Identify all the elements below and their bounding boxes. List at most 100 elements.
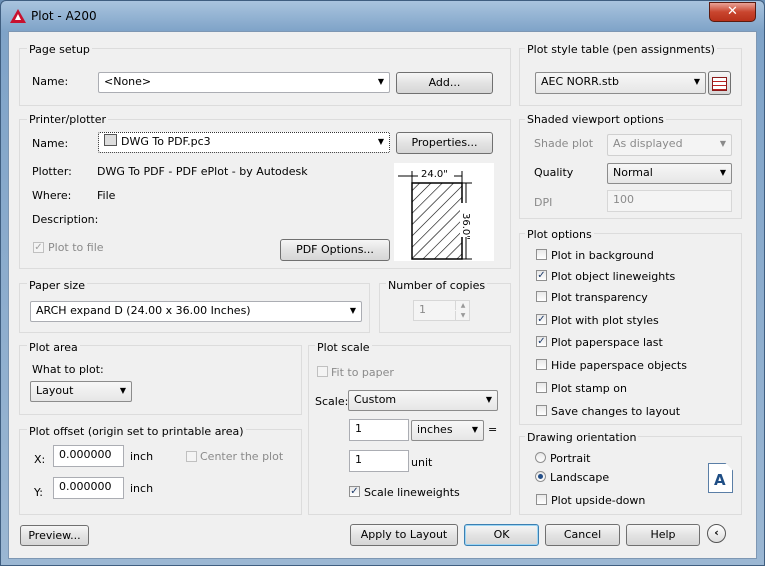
plot-stamp-on-checkbox[interactable] [536, 382, 547, 393]
paper-size-label: Paper size [27, 279, 87, 292]
chevron-down-icon: ▼ [377, 77, 385, 86]
scale-value: Custom [354, 393, 397, 406]
preview-height-label: 36.0" [460, 213, 471, 240]
scale-value2-input[interactable]: 1 [349, 450, 409, 472]
plot-offset-group [19, 429, 302, 515]
chevron-down-icon: ▼ [471, 425, 479, 434]
plotter-label: Plotter: [32, 165, 72, 178]
chevron-down-icon: ▼ [119, 386, 127, 395]
printer-name-label: Name: [32, 137, 69, 150]
chevron-down-icon: ▼ [377, 137, 385, 146]
page-setup-name-select[interactable]: <None> ▼ [98, 72, 390, 93]
x-offset-unit: inch [130, 450, 154, 463]
chevron-left-icon: ‹ [714, 526, 719, 539]
plot-in-background-label: Plot in background [551, 249, 654, 262]
plot-object-lineweights-checkbox[interactable]: ✓ [536, 270, 547, 281]
scale-unit-value: inches [417, 423, 453, 436]
plot-to-file-label: Plot to file [48, 241, 104, 254]
quality-select[interactable]: Normal ▼ [607, 163, 732, 184]
preview-button[interactable]: Preview... [20, 525, 89, 546]
quality-value: Normal [613, 166, 653, 179]
x-offset-label: X: [34, 453, 46, 466]
plot-in-background-checkbox[interactable] [536, 249, 547, 260]
window-close-button[interactable]: ✕ [709, 2, 756, 22]
paper-preview: 24.0" 36.0" [394, 163, 494, 261]
scale-value1-input[interactable]: 1 [349, 419, 409, 441]
shade-plot-value: As displayed [613, 137, 683, 150]
x-offset-input[interactable]: 0.000000 [53, 445, 124, 467]
ok-button[interactable]: OK [464, 524, 539, 546]
plot-style-value: AEC NORR.stb [541, 75, 619, 88]
printer-name-value: DWG To PDF.pc3 [121, 135, 211, 148]
where-value: File [97, 189, 116, 202]
plot-style-select[interactable]: AEC NORR.stb ▼ [535, 72, 706, 94]
window-title: Plot - A200 [31, 9, 97, 23]
printer-icon [104, 134, 117, 146]
page-setup-label: Page setup [27, 43, 92, 56]
plot-upside-down-label: Plot upside-down [551, 494, 646, 507]
page-setup-name-value: <None> [104, 75, 152, 88]
dpi-label: DPI [534, 196, 553, 209]
properties-button[interactable]: Properties... [396, 132, 493, 154]
plot-with-plot-styles-checkbox[interactable]: ✓ [536, 314, 547, 325]
chevron-down-icon: ▼ [485, 395, 493, 404]
what-to-plot-select[interactable]: Layout ▼ [30, 381, 132, 402]
scale-lineweights-checkbox[interactable]: ✓ [349, 486, 360, 497]
fit-to-paper-checkbox[interactable] [317, 366, 328, 377]
landscape-label: Landscape [550, 471, 610, 484]
orientation-icon-letter: A [714, 471, 726, 489]
scale-lineweights-label: Scale lineweights [364, 486, 460, 499]
plot-offset-label: Plot offset (origin set to printable are… [27, 425, 246, 438]
landscape-radio[interactable] [535, 471, 546, 482]
plot-transparency-label: Plot transparency [551, 291, 648, 304]
plot-to-file-checkbox[interactable]: ✓ [33, 242, 44, 253]
plot-area-group [19, 345, 302, 415]
y-offset-input[interactable]: 0.000000 [53, 477, 124, 499]
quality-label: Quality [534, 166, 574, 179]
plot-with-plot-styles-label: Plot with plot styles [551, 314, 659, 327]
hide-paperspace-objects-checkbox[interactable] [536, 359, 547, 370]
shade-plot-select[interactable]: As displayed ▼ [607, 134, 732, 156]
save-changes-to-layout-label: Save changes to layout [551, 405, 681, 418]
edit-table-icon [712, 77, 727, 91]
dpi-input[interactable]: 100 [607, 190, 732, 212]
fit-to-paper-label: Fit to paper [331, 366, 394, 379]
add-button[interactable]: Add... [396, 72, 493, 94]
plot-scale-label: Plot scale [315, 341, 372, 354]
portrait-label: Portrait [550, 452, 591, 465]
plot-object-lineweights-label: Plot object lineweights [551, 270, 676, 283]
chevron-down-icon: ▼ [719, 139, 727, 148]
save-changes-to-layout-checkbox[interactable] [536, 405, 547, 416]
copies-label: Number of copies [386, 279, 488, 292]
shade-plot-label: Shade plot [534, 137, 594, 150]
cancel-button[interactable]: Cancel [545, 524, 620, 546]
copies-spin-down-icon[interactable]: ▼ [455, 311, 470, 320]
what-to-plot-value: Layout [36, 384, 74, 397]
y-offset-unit: inch [130, 482, 154, 495]
printer-name-select[interactable]: DWG To PDF.pc3 ▼ [98, 132, 390, 153]
plot-transparency-checkbox[interactable] [536, 291, 547, 302]
edit-plot-style-button[interactable] [708, 71, 731, 95]
scale-select[interactable]: Custom ▼ [348, 390, 498, 411]
plot-paperspace-last-checkbox[interactable]: ✓ [536, 336, 547, 347]
center-plot-checkbox[interactable] [186, 451, 197, 462]
page-setup-name-label: Name: [32, 75, 69, 88]
scale-unit-label: unit [411, 456, 433, 469]
shaded-viewport-label: Shaded viewport options [525, 113, 666, 126]
collapse-options-button[interactable]: ‹ [707, 524, 726, 543]
plot-options-label: Plot options [525, 228, 594, 241]
pdf-options-button[interactable]: PDF Options... [280, 239, 390, 261]
plot-upside-down-checkbox[interactable] [536, 494, 547, 505]
help-button[interactable]: Help [626, 524, 700, 546]
paper-size-select[interactable]: ARCH expand D (24.00 x 36.00 Inches) ▼ [30, 301, 362, 322]
portrait-radio[interactable] [535, 452, 546, 463]
where-label: Where: [32, 189, 72, 202]
drawing-orientation-label: Drawing orientation [525, 431, 639, 444]
scale-unit-select[interactable]: inches ▼ [411, 420, 484, 441]
plot-style-label: Plot style table (pen assignments) [525, 43, 717, 56]
chevron-down-icon: ▼ [349, 306, 357, 315]
plot-paperspace-last-label: Plot paperspace last [551, 336, 663, 349]
apply-to-layout-button[interactable]: Apply to Layout [350, 524, 458, 546]
copies-spin-up-icon[interactable]: ▲ [455, 301, 470, 310]
hide-paperspace-objects-label: Hide paperspace objects [551, 359, 687, 372]
